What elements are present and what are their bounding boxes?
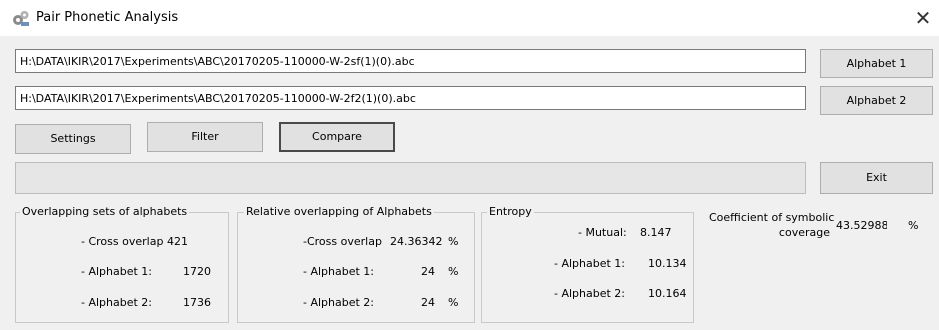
alphabet-2-button[interactable]: Alphabet 2 [820,86,933,115]
alphabet-1-count: 1720 [183,265,211,278]
overlap-sets-title: Overlapping sets of alphabets [20,205,190,218]
entropy-alphabet-1-label: - Alphabet 1: [554,257,626,270]
entropy-alphabet-2-label: - Alphabet 2: [554,287,626,300]
cross-overlap-label: - Cross overlap [81,235,164,248]
compare-button[interactable]: Compare [279,122,395,152]
coverage-label-line-2: coverage [778,226,830,239]
relative-alphabet-1-label: - Alphabet 1: [303,265,375,278]
filter-button[interactable]: Filter [147,122,263,152]
exit-button[interactable]: Exit [820,162,933,194]
relative-alphabet-2-value: 24 [421,296,435,309]
entropy-alphabet-2-value: 10.164 [648,287,687,300]
gears-icon [13,11,29,26]
mutual-label: - Mutual: [578,226,627,239]
relative-cross-unit: % [448,235,459,248]
coverage-label-line-1: Coefficient of symbolic [709,211,835,224]
alphabet-1-button[interactable]: Alphabet 1 [820,49,933,78]
file-path-2-field[interactable]: H:\DATA\IKIR\2017\Experiments\ABC\201702… [15,86,806,110]
settings-button[interactable]: Settings [15,124,131,154]
cross-overlap-value: 421 [167,235,188,248]
file-path-1-field[interactable]: H:\DATA\IKIR\2017\Experiments\ABC\201702… [15,49,806,73]
relative-alphabet-1-value: 24 [421,265,435,278]
relative-cross-value: 24.36342 [390,235,443,248]
entropy-alphabet-1-value: 10.134 [648,257,687,270]
entropy-title: Entropy [487,205,534,218]
window-title: Pair Phonetic Analysis [36,10,179,25]
relative-alphabet-2-unit: % [448,296,459,309]
coverage-unit: % [908,219,919,232]
mutual-value: 8.147 [640,226,672,239]
relative-alphabet-1-unit: % [448,265,459,278]
alphabet-2-count: 1736 [183,296,211,309]
relative-overlap-title: Relative overlapping of Alphabets [244,205,434,218]
close-icon[interactable]: ✕ [913,6,933,30]
relative-alphabet-2-label: - Alphabet 2: [303,296,375,309]
alphabet-2-label: - Alphabet 2: [81,296,153,309]
relative-cross-label: -Cross overlap [303,235,382,248]
progress-bar [15,162,806,194]
alphabet-1-label: - Alphabet 1: [81,265,153,278]
coverage-value: 43.52988 [836,219,887,232]
